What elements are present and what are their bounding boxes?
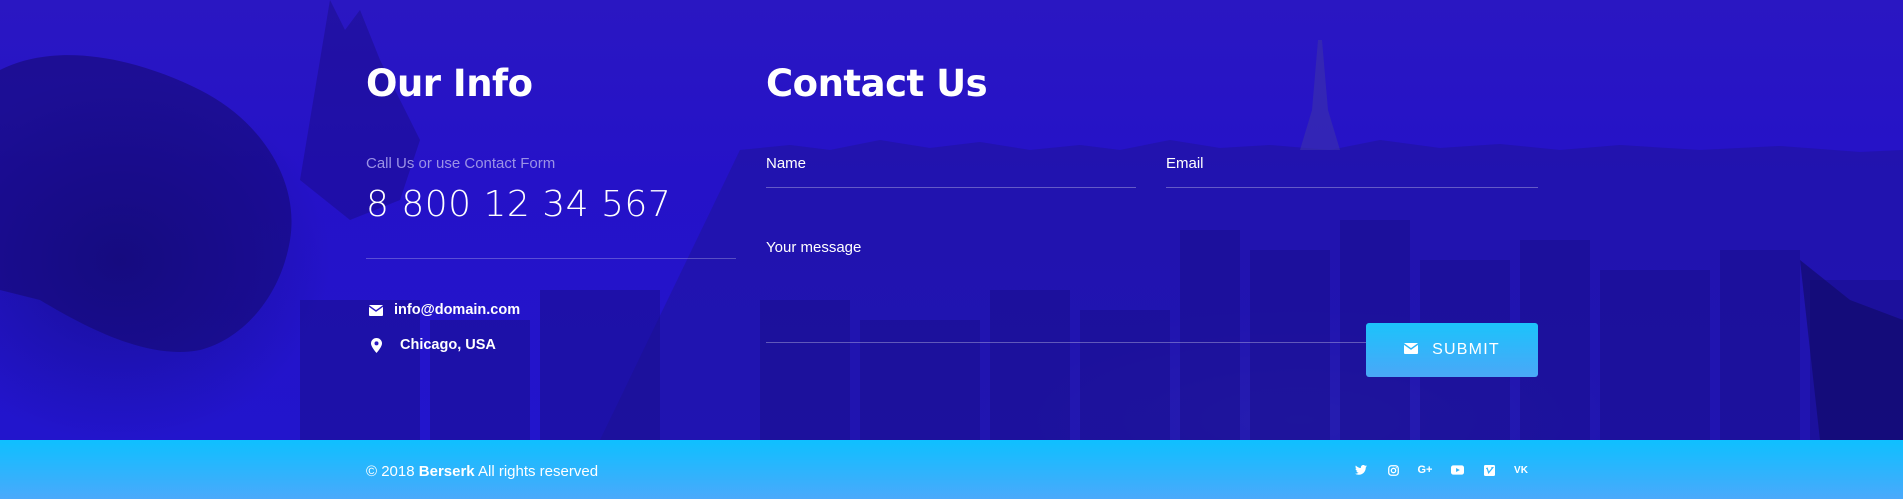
map-pin-icon — [366, 337, 386, 353]
email-input-underline[interactable] — [1166, 187, 1538, 188]
contact-section: Our Info Call Us or use Contact Form 8 8… — [0, 0, 1903, 440]
twitter-icon[interactable] — [1345, 462, 1377, 478]
name-input-underline[interactable] — [766, 187, 1136, 188]
instagram-icon[interactable] — [1377, 462, 1409, 478]
email-label: Email — [1166, 155, 1204, 172]
submit-button[interactable]: SUBMIT — [1366, 323, 1538, 377]
message-input-underline[interactable] — [766, 342, 1366, 343]
email-row[interactable]: info@domain.com — [366, 302, 520, 318]
divider — [366, 258, 736, 259]
copyright: © 2018 Berserk All rights reserved — [366, 463, 598, 480]
brand-name[interactable]: Berserk — [419, 463, 475, 480]
name-field[interactable]: Name — [766, 155, 1136, 188]
phone-number[interactable]: 8 800 12 34 567 — [366, 184, 671, 225]
social-links: G+ VK — [1345, 462, 1537, 478]
submit-label: SUBMIT — [1432, 341, 1500, 358]
contact-us-title: Contact Us — [766, 62, 988, 105]
call-us-label: Call Us or use Contact Form — [366, 155, 556, 172]
youtube-icon[interactable] — [1441, 462, 1473, 478]
footer: © 2018 Berserk All rights reserved G+ VK — [0, 440, 1903, 499]
email-address[interactable]: info@domain.com — [394, 302, 520, 318]
vk-icon[interactable]: VK — [1505, 462, 1537, 478]
vimeo-icon[interactable] — [1473, 462, 1505, 478]
location-row: Chicago, USA — [366, 337, 496, 353]
envelope-icon — [1403, 341, 1419, 359]
our-info-column: Our Info Call Us or use Contact Form 8 8… — [366, 62, 736, 353]
email-field[interactable]: Email — [1166, 155, 1538, 188]
envelope-icon — [366, 304, 386, 316]
name-label: Name — [766, 155, 807, 172]
google-plus-icon[interactable]: G+ — [1409, 462, 1441, 478]
contact-form: Contact Us Name Email Your message SUBMI… — [766, 62, 1538, 377]
message-field[interactable]: Your message — [766, 239, 1366, 343]
location-text: Chicago, USA — [400, 337, 496, 353]
our-info-title: Our Info — [366, 62, 533, 105]
copyright-suffix: All rights reserved — [478, 463, 599, 480]
copyright-prefix: © 2018 — [366, 463, 415, 480]
message-label: Your message — [766, 239, 862, 256]
